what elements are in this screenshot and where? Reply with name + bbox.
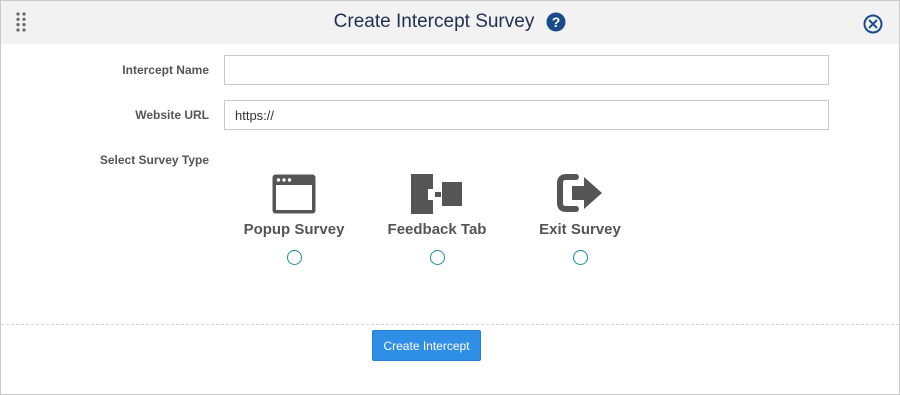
help-icon[interactable]: ?	[546, 12, 566, 32]
intercept-name-input[interactable]	[224, 55, 829, 85]
website-url-input[interactable]	[224, 100, 829, 130]
survey-type-option-exit[interactable]: Exit Survey	[510, 173, 650, 265]
popup-survey-label: Popup Survey	[243, 221, 345, 238]
exit-survey-label: Exit Survey	[539, 221, 621, 238]
exit-survey-radio[interactable]	[572, 250, 588, 265]
survey-type-label: Select Survey Type	[99, 153, 209, 167]
dialog-title: Create Intercept Survey	[333, 11, 535, 32]
dialog-header: Create Intercept Survey ?	[1, 1, 899, 44]
exit-arrow-icon	[510, 173, 650, 215]
popup-survey-radio[interactable]	[286, 250, 302, 265]
feedback-tab-label: Feedback Tab	[387, 221, 487, 238]
browser-window-icon	[224, 173, 364, 215]
intercept-name-label: Intercept Name	[122, 63, 209, 77]
close-icon[interactable]	[863, 14, 883, 34]
survey-type-option-feedback-tab[interactable]: Feedback Tab	[367, 173, 507, 265]
survey-type-option-popup[interactable]: Popup Survey	[224, 173, 364, 265]
feedback-tab-icon	[367, 173, 507, 215]
feedback-tab-radio[interactable]	[429, 250, 445, 265]
svg-text:?: ?	[552, 14, 561, 30]
footer-divider	[1, 324, 899, 325]
create-intercept-button[interactable]: Create Intercept	[372, 330, 481, 361]
create-intercept-dialog: Create Intercept Survey ? Intercept Name…	[0, 0, 900, 395]
website-url-label: Website URL	[135, 108, 209, 122]
